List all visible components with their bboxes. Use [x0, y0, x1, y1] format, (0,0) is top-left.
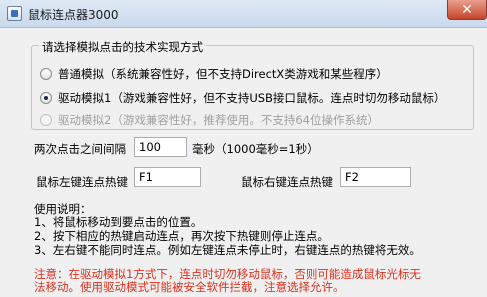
instruction-line-3: 3、左右键不能同时连点。例如左键连点未停止时，右键连点的热键将无效。 [34, 243, 421, 257]
radio-driver-simulation-2: 驱动模拟2（游戏兼容性好，推荐使用。不支持64位操作系统） [40, 112, 379, 128]
interval-unit-label: 毫秒（1000毫秒=1秒） [192, 142, 319, 156]
radio-label: 普通模拟（系统兼容性好，但不支持DirectX类游戏和某些程序） [58, 67, 388, 81]
window-title: 鼠标连点器3000 [28, 8, 119, 22]
radio-button-selected[interactable] [40, 92, 52, 104]
right-hotkey-label: 鼠标右键连点热键 [241, 175, 333, 189]
notice-line-2: 法移动。使用驱动模式可能被安全软件拦截，注意选择允许。 [34, 280, 345, 294]
radio-label: 驱动模拟1（游戏兼容性好，但不支持USB接口鼠标。连点时切勿移动鼠标） [58, 91, 446, 105]
radio-button-disabled [40, 114, 52, 126]
radio-driver-simulation-1[interactable]: 驱动模拟1（游戏兼容性好，但不支持USB接口鼠标。连点时切勿移动鼠标） [40, 90, 445, 106]
radio-label: 驱动模拟2（游戏兼容性好，推荐使用。不支持64位操作系统） [58, 113, 379, 127]
method-group-title: 请选择模拟点击的技术实现方式 [39, 39, 206, 55]
interval-input[interactable]: 100 [134, 137, 187, 157]
interval-label: 两次点击之间间隔 [34, 142, 126, 156]
left-hotkey-label: 鼠标左键连点热键 [36, 175, 128, 189]
radio-normal-simulation[interactable]: 普通模拟（系统兼容性好，但不支持DirectX类游戏和某些程序） [40, 66, 388, 82]
close-button[interactable]: ✕ [447, 0, 487, 20]
title-bar[interactable]: 鼠标连点器3000 ✕ [0, 0, 487, 28]
left-hotkey-input[interactable]: F1 [134, 167, 201, 187]
right-hotkey-input[interactable]: F2 [340, 167, 411, 187]
app-icon [7, 6, 22, 21]
radio-button[interactable] [40, 68, 52, 80]
